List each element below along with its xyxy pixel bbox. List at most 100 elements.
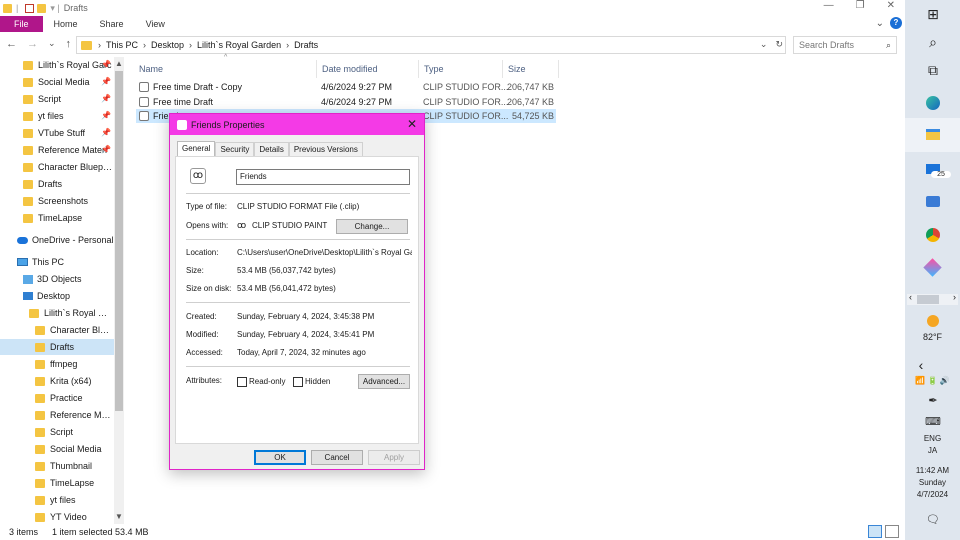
ok-button[interactable]: OK <box>254 450 306 465</box>
large-icons-view-button[interactable] <box>885 525 899 538</box>
clock-day[interactable]: Sunday <box>905 478 960 487</box>
new-folder-icon[interactable] <box>37 3 47 13</box>
camera-icon[interactable] <box>925 194 941 210</box>
sidebar-item-drafts[interactable]: Drafts <box>0 339 114 355</box>
advanced-button[interactable]: Advanced... <box>358 374 410 389</box>
column-header-size[interactable]: Size <box>508 61 526 77</box>
sidebar-item-reference[interactable]: Reference Materi 📌 <box>0 142 114 158</box>
help-icon[interactable]: ? <box>890 17 902 29</box>
input-language[interactable]: ENG <box>905 434 960 443</box>
sidebar-item-reference-tree[interactable]: Reference Materi <box>0 407 114 423</box>
sidebar-item-yt-files-tree[interactable]: yt files <box>0 492 114 508</box>
sidebar-item-ffmpeg[interactable]: ffmpeg <box>0 356 114 372</box>
breadcrumb-desktop[interactable]: Desktop <box>151 40 184 50</box>
up-arrow-icon[interactable]: ↑ <box>66 38 72 50</box>
column-header-date[interactable]: Date modified <box>322 61 378 77</box>
cancel-button[interactable]: Cancel <box>311 450 363 465</box>
dialog-close-button[interactable]: ✕ <box>407 117 417 131</box>
tray-status-icons[interactable]: 📶 🔋 🔊 <box>905 376 960 385</box>
sidebar-item-vtube-stuff[interactable]: VTube Stuff 📌 <box>0 125 114 141</box>
table-row[interactable]: Free time Draft - Copy 4/6/2024 9:27 PM … <box>136 80 556 94</box>
chrome-icon[interactable] <box>925 227 941 243</box>
scroll-left-icon[interactable]: ‹ <box>909 292 912 302</box>
scroll-up-icon[interactable]: ▲ <box>115 59 123 68</box>
back-arrow-icon[interactable]: ← <box>6 38 17 50</box>
search-icon[interactable]: ⌕ <box>925 34 941 50</box>
scroll-down-icon[interactable]: ▼ <box>115 512 123 521</box>
weather-icon[interactable] <box>925 313 941 329</box>
apply-button[interactable]: Apply <box>368 450 420 465</box>
sidebar-item-screenshots[interactable]: Screenshots <box>0 193 114 209</box>
restore-button[interactable]: ❐ <box>856 0 865 11</box>
tray-scroll-thumb[interactable] <box>917 295 939 304</box>
breadcrumb-royal-garden[interactable]: Lilith`s Royal Garden <box>197 40 281 50</box>
details-view-button[interactable] <box>868 525 882 538</box>
column-divider[interactable] <box>418 60 419 78</box>
breadcrumb-this-pc[interactable]: This PC <box>106 40 138 50</box>
tab-general[interactable]: General <box>177 141 216 157</box>
sidebar-item-onedrive[interactable]: OneDrive - Personal <box>0 232 114 248</box>
sidebar-item-practice[interactable]: Practice <box>0 390 114 406</box>
tab-details[interactable]: Details <box>254 142 289 156</box>
sidebar-item-royal-garden[interactable]: Lilith`s Royal Garc 📌 <box>0 57 114 73</box>
sidebar-item-this-pc[interactable]: This PC <box>0 254 114 270</box>
recent-locations-icon[interactable]: ⌄ <box>48 38 56 50</box>
close-button[interactable]: ✕ <box>887 0 895 11</box>
sidebar-item-social-media[interactable]: Social Media 📌 <box>0 74 114 90</box>
address-dropdown-icon[interactable]: ⌄ <box>760 39 768 50</box>
filename-field[interactable]: Friends <box>236 169 410 185</box>
keyboard-icon[interactable]: ⌨ <box>925 414 941 430</box>
sidebar-item-royal-garden-tree[interactable]: Lilith`s Royal Garde <box>0 305 114 321</box>
chevron-right-icon[interactable]: › <box>98 40 101 50</box>
sidebar-item-yt-files[interactable]: yt files 📌 <box>0 108 114 124</box>
sidebar-item-krita[interactable]: Krita (x64) <box>0 373 114 389</box>
sidebar-item-3d-objects[interactable]: 3D Objects <box>0 271 114 287</box>
clock-time[interactable]: 11:42 AM <box>905 466 960 475</box>
sidebar-item-timelapse-tree[interactable]: TimeLapse <box>0 475 114 491</box>
chevron-right-icon[interactable]: › <box>286 40 289 50</box>
breadcrumb-drafts[interactable]: Drafts <box>294 40 318 50</box>
address-bar[interactable]: › This PC › Desktop › Lilith`s Royal Gar… <box>76 36 786 54</box>
sidebar-item-thumbnail[interactable]: Thumbnail <box>0 458 114 474</box>
tab-file[interactable]: File <box>0 16 43 32</box>
readonly-label[interactable]: Read-only <box>249 377 285 386</box>
hidden-label[interactable]: Hidden <box>305 377 330 386</box>
sidebar-item-script-tree[interactable]: Script <box>0 424 114 440</box>
tab-previous-versions[interactable]: Previous Versions <box>288 142 363 156</box>
notifications-icon[interactable]: 🗨 <box>925 512 941 528</box>
scroll-right-icon[interactable]: › <box>953 292 956 302</box>
customize-qa-icon[interactable]: ▾ | <box>50 3 59 14</box>
sidebar-item-drafts-quick[interactable]: Drafts <box>0 176 114 192</box>
tab-share[interactable]: Share <box>89 16 135 32</box>
column-header-type[interactable]: Type <box>424 61 444 77</box>
tab-home[interactable]: Home <box>43 16 89 32</box>
sidebar-item-yt-video[interactable]: YT Video <box>0 509 114 524</box>
tray-scrollbar[interactable]: ‹ › <box>907 292 958 305</box>
column-header-name[interactable]: Name <box>139 61 163 77</box>
column-divider[interactable] <box>558 60 559 78</box>
weather-temperature[interactable]: 82°F <box>905 332 960 342</box>
column-divider[interactable] <box>502 60 503 78</box>
app-icon[interactable] <box>923 258 942 277</box>
task-view-icon[interactable]: ⧉ <box>925 62 941 78</box>
minimize-button[interactable]: — <box>824 0 834 11</box>
scroll-thumb[interactable] <box>115 71 123 411</box>
column-divider[interactable] <box>316 60 317 78</box>
sidebar-item-timelapse[interactable]: TimeLapse <box>0 210 114 226</box>
forward-arrow-icon[interactable]: → <box>27 38 38 50</box>
properties-icon[interactable] <box>25 3 35 13</box>
dialog-title-bar[interactable]: Friends Properties ✕ <box>170 114 424 135</box>
hidden-checkbox[interactable] <box>293 377 303 387</box>
sidebar-item-desktop[interactable]: Desktop <box>0 288 114 304</box>
search-input[interactable]: Search Drafts ⌕ <box>793 36 897 54</box>
input-method[interactable]: JA <box>905 446 960 455</box>
sidebar-item-script[interactable]: Script 📌 <box>0 91 114 107</box>
sidebar-item-character-bluepri[interactable]: Character Bluepri <box>0 322 114 338</box>
start-icon[interactable]: ⊞ <box>925 6 941 22</box>
chevron-right-icon[interactable]: › <box>189 40 192 50</box>
tray-chevron-icon[interactable]: ‹ <box>913 357 929 373</box>
tab-security[interactable]: Security <box>215 142 255 156</box>
tab-view[interactable]: View <box>135 16 176 32</box>
clock-date[interactable]: 4/7/2024 <box>905 490 960 499</box>
pen-icon[interactable]: ✒ <box>925 393 941 409</box>
